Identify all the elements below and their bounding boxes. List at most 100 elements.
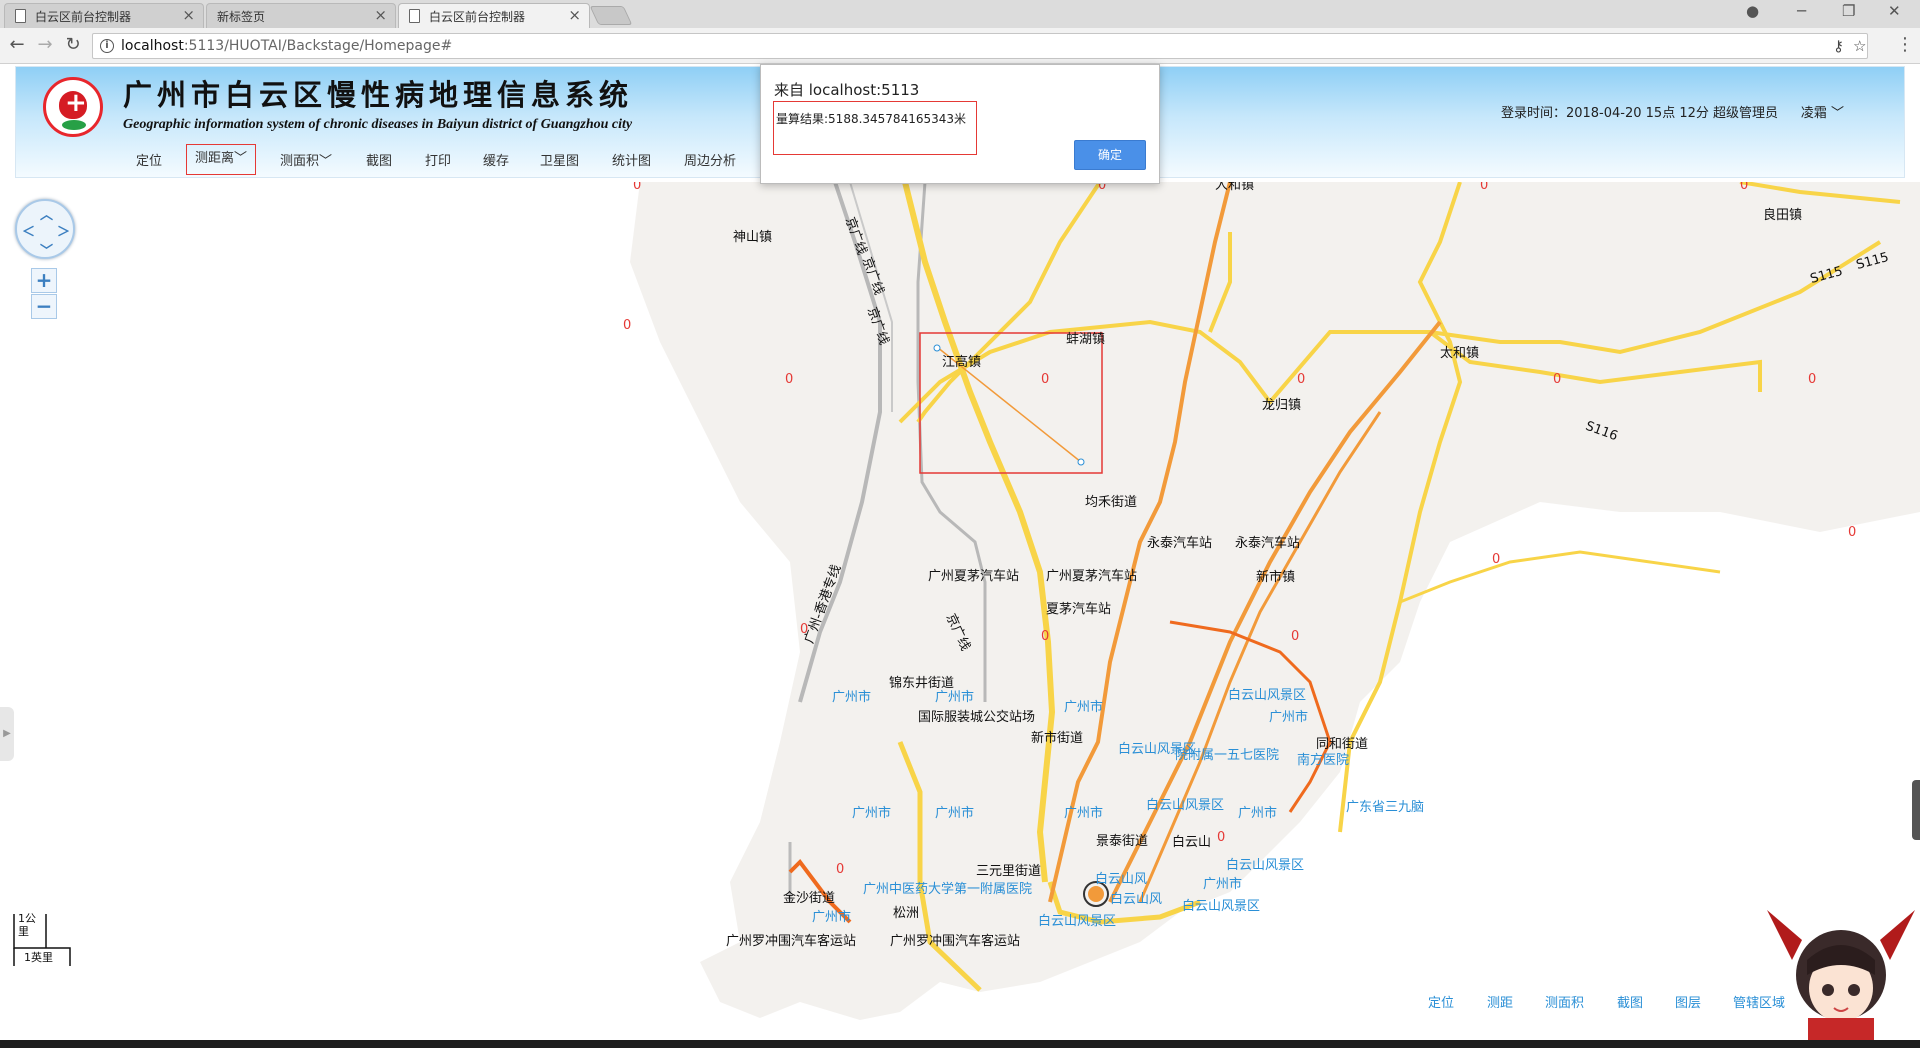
place-label: 广州市: [812, 910, 852, 925]
place-label: 广州市: [935, 690, 975, 705]
measure-result: 量算结果:5188.345784165343米: [776, 112, 967, 126]
ok-button[interactable]: 确定: [1074, 140, 1146, 170]
page-icon: [409, 9, 420, 23]
star-icon[interactable]: ☆: [1853, 37, 1866, 55]
place-label: 广州市: [1064, 806, 1104, 821]
bottom-tool-screenshot[interactable]: 截图: [1617, 992, 1643, 1011]
key-icon[interactable]: ⚷: [1833, 37, 1844, 55]
place-label: 龙归镇: [1262, 398, 1302, 413]
pan-control[interactable]: ︿ ﹀ ＜ ＞: [15, 199, 75, 259]
bottom-tool-layers[interactable]: 图层: [1675, 992, 1701, 1011]
pan-right-icon[interactable]: ＞: [57, 221, 70, 240]
map-view[interactable]: 神山镇 人和镇 良田镇 江高镇 蚌湖镇 太和镇 龙归镇 均禾街道 永泰汽车站 永…: [0, 182, 1920, 1040]
browser-tab-bar: 白云区前台控制器 × 新标签页 × 白云区前台控制器 × ● ─ ❐ ✕: [0, 0, 1920, 28]
place-label: 广州罗冲围汽车客运站: [890, 934, 1021, 949]
browser-tab-1[interactable]: 白云区前台控制器 ×: [4, 3, 204, 28]
place-label: 广州市: [832, 690, 872, 705]
new-tab-button[interactable]: [589, 6, 633, 25]
login-info: 登录时间：2018-04-20 15点 12分 超级管理员: [1500, 106, 1778, 121]
menu-measure-area[interactable]: 测面积﹀: [280, 150, 332, 169]
forward-icon[interactable]: →: [34, 34, 56, 56]
menu-nearby-analysis[interactable]: 周边分析: [684, 150, 736, 169]
menu-cache[interactable]: 缓存: [483, 150, 509, 169]
count-label: 0: [1740, 182, 1749, 193]
place-label: 广州市: [1269, 710, 1309, 725]
alert-dialog: 来自 localhost:5113 量算结果:5188.345784165343…: [760, 64, 1160, 184]
pan-left-icon[interactable]: ＜: [22, 221, 35, 240]
restore-icon[interactable]: ❐: [1842, 2, 1855, 20]
place-label: 广州市: [935, 806, 975, 821]
close-icon[interactable]: ×: [374, 6, 387, 24]
place-label: 白云山风景区: [1182, 899, 1261, 914]
count-label: 0: [1808, 372, 1817, 387]
place-label: 南方医院: [1297, 753, 1350, 768]
count-label: 0: [1553, 372, 1562, 387]
browser-tab-title: 白云区前台控制器: [35, 10, 132, 24]
pan-down-icon[interactable]: ﹀: [40, 240, 53, 259]
place-label: 广州罗冲围汽车客运站: [726, 934, 857, 949]
count-label: 0: [633, 182, 642, 193]
chevron-down-icon: ﹀: [234, 151, 248, 166]
place-label: 院附属一五七医院: [1175, 748, 1280, 763]
count-label: 0: [1480, 182, 1489, 193]
logo: [43, 77, 103, 137]
place-label: 广州市: [1064, 700, 1104, 715]
scale-mile-label: 1英里: [24, 951, 53, 964]
place-label: 神山镇: [733, 230, 773, 245]
browser-tab-3[interactable]: 白云区前台控制器 ×: [398, 3, 590, 28]
menu-statistics[interactable]: 统计图: [612, 150, 651, 169]
place-label: 广州市: [852, 806, 892, 821]
menu-icon[interactable]: ⋮: [1894, 34, 1916, 56]
menu-measure-distance[interactable]: 测距离﹀: [186, 144, 257, 175]
zoom-in-button[interactable]: +: [31, 268, 57, 293]
place-label: 永泰汽车站: [1147, 536, 1213, 551]
bottom-tool-measure[interactable]: 测距: [1487, 992, 1513, 1011]
count-label: 0: [1297, 372, 1306, 387]
back-icon[interactable]: ←: [6, 34, 28, 56]
place-label: 景泰街道: [1096, 834, 1149, 849]
place-label: 松洲: [893, 906, 920, 921]
place-label: 广州夏茅汽车站: [928, 569, 1020, 584]
menu-screenshot[interactable]: 截图: [366, 150, 392, 169]
bottom-tool-area[interactable]: 测面积: [1545, 992, 1584, 1011]
info-icon[interactable]: i: [100, 39, 114, 53]
place-label: 白云山风: [1110, 892, 1163, 907]
right-panel-handle[interactable]: [1912, 780, 1920, 840]
close-icon[interactable]: ×: [568, 6, 581, 24]
place-label: 广州中医药大学第一附属医院: [863, 882, 1033, 897]
place-label: 新市镇: [1256, 570, 1296, 585]
pan-up-icon[interactable]: ︿: [40, 204, 53, 223]
profile-icon[interactable]: ●: [1746, 2, 1759, 20]
menu-print[interactable]: 打印: [425, 150, 451, 169]
menu-satellite[interactable]: 卫星图: [540, 150, 579, 169]
reload-icon[interactable]: ↻: [62, 34, 84, 56]
user-menu[interactable]: 凌霜 ﹀: [1801, 102, 1844, 121]
user-name: 凌霜: [1800, 106, 1827, 121]
url-input[interactable]: i localhost:5113/HUOTAI/Backstage/Homepa…: [92, 33, 1868, 59]
place-label: 广州市: [1203, 877, 1243, 892]
address-bar: ← → ↻ i localhost:5113/HUOTAI/Backstage/…: [0, 28, 1920, 64]
close-icon[interactable]: ×: [182, 6, 195, 24]
place-label: 永泰汽车站: [1235, 536, 1301, 551]
avatar: [1762, 900, 1920, 1040]
close-window-icon[interactable]: ✕: [1888, 2, 1901, 20]
count-label: 0: [1041, 629, 1050, 644]
place-label: 良田镇: [1763, 208, 1803, 223]
side-panel-toggle[interactable]: ▶: [0, 707, 14, 761]
place-label: 白云山风景区: [1146, 798, 1225, 813]
scale-km-label: 1公里: [18, 912, 36, 938]
menu-locate[interactable]: 定位: [136, 150, 162, 169]
count-label: 0: [1492, 552, 1501, 567]
zoom-out-button[interactable]: −: [31, 294, 57, 319]
count-label: 0: [1041, 372, 1050, 387]
place-label: 蚌湖镇: [1066, 332, 1106, 347]
footer-strip: [0, 1040, 1920, 1048]
browser-tab-title: 白云区前台控制器: [429, 10, 526, 24]
bottom-tool-locate[interactable]: 定位: [1428, 992, 1454, 1011]
minimize-icon[interactable]: ─: [1797, 2, 1806, 20]
place-label: 白云山风: [1095, 872, 1148, 887]
count-label: 0: [836, 862, 845, 877]
chevron-down-icon: ﹀: [1830, 106, 1844, 121]
browser-tab-2[interactable]: 新标签页 ×: [206, 3, 396, 28]
place-label: 均禾街道: [1085, 495, 1138, 510]
